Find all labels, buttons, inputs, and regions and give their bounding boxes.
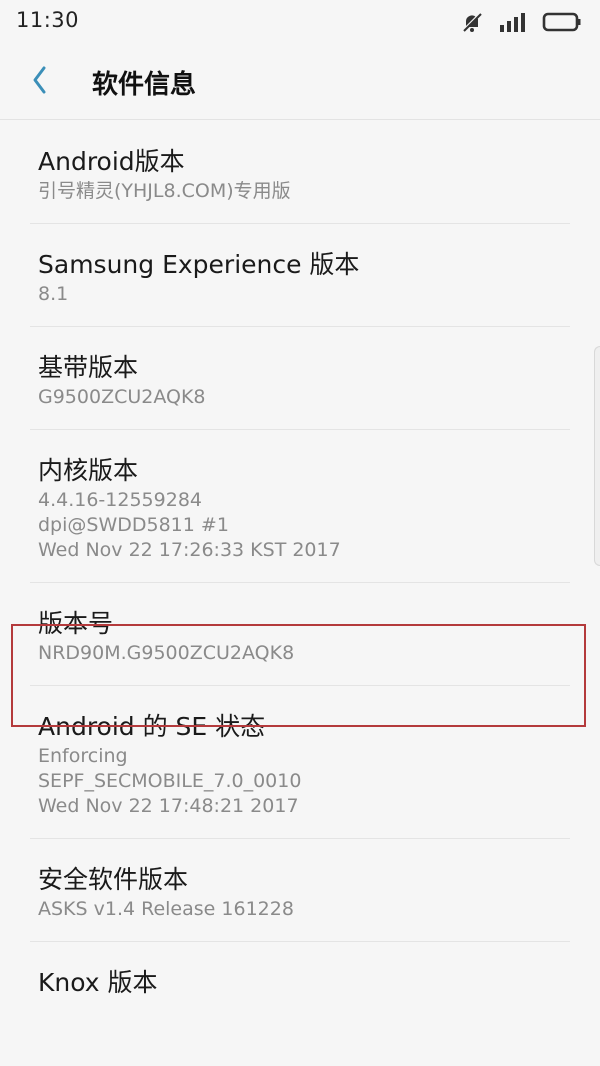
item-value: G9500ZCU2AQK8 — [38, 386, 206, 408]
item-value: dpi@SWDD5811 #1 — [38, 514, 229, 536]
item-value: NRD90M.G9500ZCU2AQK8 — [38, 642, 295, 664]
back-button[interactable] — [26, 60, 66, 100]
battery-icon — [542, 11, 582, 33]
app-header: 软件信息 — [0, 44, 600, 120]
chevron-left-icon — [26, 66, 66, 104]
item-value: 8.1 — [38, 283, 69, 305]
item-title: Samsung Experience 版本 — [38, 250, 360, 279]
item-value: SEPF_SECMOBILE_7.0_0010 — [38, 770, 302, 792]
item-title: 版本号 — [38, 609, 114, 638]
list-item-samsung-experience-version[interactable]: Samsung Experience 版本 8.1 — [0, 224, 600, 327]
status-bar: 11:30 — [0, 0, 600, 44]
item-value: ASKS v1.4 Release 161228 — [38, 898, 294, 920]
item-value: Wed Nov 22 17:48:21 2017 — [38, 795, 299, 817]
item-title: 基带版本 — [38, 353, 139, 382]
list-item-se-status[interactable]: Android 的 SE 状态 Enforcing SEPF_SECMOBILE… — [0, 686, 600, 839]
item-value: 引号精灵(YHJL8.COM)专用版 — [38, 180, 291, 202]
list-item-baseband-version[interactable]: 基带版本 G9500ZCU2AQK8 — [0, 327, 600, 430]
screen: 11:30 软件信息 Android版本 引号精灵(YHJL8.COM)专用版 … — [0, 0, 600, 1066]
status-time: 11:30 — [16, 8, 80, 32]
mute-icon — [460, 10, 484, 34]
scrollbar[interactable] — [594, 346, 600, 566]
list-item-security-software-version[interactable]: 安全软件版本 ASKS v1.4 Release 161228 — [0, 839, 600, 942]
item-title: Android 的 SE 状态 — [38, 712, 266, 741]
list-item-android-version[interactable]: Android版本 引号精灵(YHJL8.COM)专用版 — [0, 121, 600, 224]
list-item-kernel-version[interactable]: 内核版本 4.4.16-12559284 dpi@SWDD5811 #1 Wed… — [0, 430, 600, 583]
item-title: Android版本 — [38, 147, 185, 176]
signal-icon — [498, 11, 528, 33]
item-value: Wed Nov 22 17:26:33 KST 2017 — [38, 539, 341, 561]
item-value: 4.4.16-12559284 — [38, 489, 202, 511]
status-icons — [460, 10, 582, 34]
page-title: 软件信息 — [92, 70, 197, 100]
software-info-list: Android版本 引号精灵(YHJL8.COM)专用版 Samsung Exp… — [0, 121, 600, 1020]
list-item-knox-version[interactable]: Knox 版本 — [0, 942, 600, 1020]
item-title: 安全软件版本 — [38, 865, 189, 894]
item-value: Enforcing — [38, 745, 128, 767]
item-title: 内核版本 — [38, 456, 139, 485]
list-item-build-number[interactable]: 版本号 NRD90M.G9500ZCU2AQK8 — [0, 583, 600, 686]
item-title: Knox 版本 — [38, 968, 158, 997]
